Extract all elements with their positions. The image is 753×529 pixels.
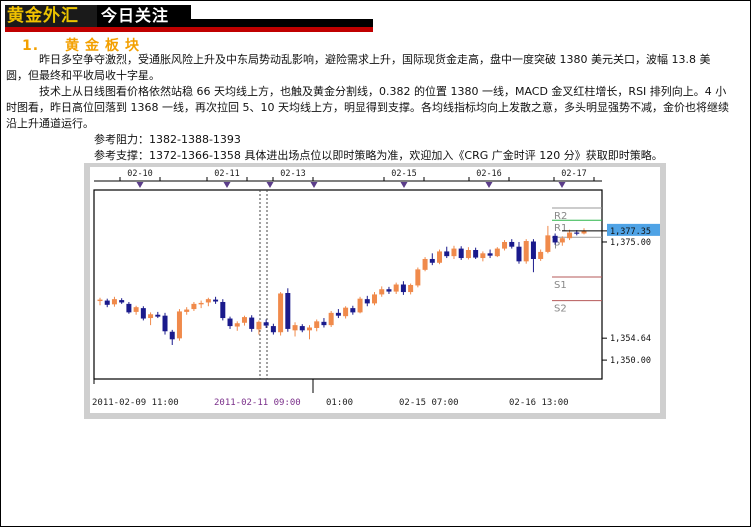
candle-body [487,253,493,256]
candle-body [451,248,457,257]
brand-part2: 外汇 [43,6,79,26]
candle-body [444,251,450,257]
candle-body [126,303,132,313]
candle-body [263,322,269,326]
candle-body [567,232,573,239]
candle-body [321,321,327,326]
candle-body [523,241,529,262]
candle-body [285,293,291,329]
candle-body [205,299,211,303]
candle-body [119,300,125,303]
candle-body [314,321,320,328]
candle-body [169,331,175,340]
pivot-label: S1 [554,280,567,291]
candle-body [545,235,551,252]
candle-body [538,251,544,259]
candle-body [393,284,399,292]
brand-part1: 黄金 [7,6,43,26]
candle-body [415,269,421,286]
top-date-label: 02-17 [561,169,587,179]
pivot-label: S2 [554,304,567,315]
candle-body [256,321,262,330]
candle-body [278,293,284,333]
y-axis-label: 1,377.35 [610,227,651,237]
candle-body [494,248,500,257]
candle-body [509,241,515,247]
x-axis-label: 2011-02-09 11:00 [92,398,179,408]
brand-label: 黄金外汇 [5,5,97,27]
section-header-title: 今日关注 [97,5,191,27]
header-banner: 黄金外汇 今日关注 [5,5,373,27]
top-date-label: 02-10 [127,169,153,179]
candle-body [97,299,103,302]
candle-body [162,315,168,332]
candle-body [249,317,255,329]
candle-body [429,258,435,263]
top-date-label: 02-11 [214,169,240,179]
candle-body [386,289,392,292]
candle-body [299,326,305,331]
candlestick-chart-svg: 02-10 02-11 02-13 02-15 02-16 02-17R2R1PS1S21… [90,167,660,413]
candle-body [148,314,154,319]
y-axis-label: 1,375.00 [610,238,651,248]
candle-body [350,308,356,313]
plot-area [93,189,603,380]
paragraph-market: 昨日多空争夺激烈，受通胀风险上升及中东局势动乱影响，避险需求上升，国际现货金走高… [6,53,711,82]
candle-body [241,317,247,323]
price-chart: 02-10 02-11 02-13 02-15 02-16 02-17 R2 R1 P S1 S2 1… [84,163,666,419]
x-axis-label: 02-15 07:00 [399,398,459,408]
candle-body [155,314,161,317]
candle-body [133,307,139,312]
x-axis-label: 2011-02-11 09:00 [214,398,301,408]
candle-body [140,308,146,319]
candle-body [176,311,182,339]
candle-body [502,241,508,249]
candle-body [270,326,276,333]
candle-body [480,253,486,259]
header-underline [5,27,373,32]
candle-body [357,298,363,313]
top-date-label: 02-15 [391,169,417,179]
candle-body [306,327,312,331]
pivot-label: R1 [554,223,567,234]
candle-body [184,309,190,312]
candle-body [292,325,298,331]
candle-body [574,232,580,234]
candle-body [220,301,226,319]
candle-body [473,250,479,258]
candle-body [372,294,378,304]
candle-body [422,258,428,270]
candle-body [111,299,117,305]
candle-body [191,303,197,310]
candle-body [559,238,565,243]
candle-body [516,246,522,262]
candle-body [458,248,464,259]
candle-body [213,299,219,302]
y-axis-label: 1,350.00 [610,356,651,366]
candle-body [465,250,471,259]
top-date-label: 02-13 [280,169,306,179]
candle-body [234,323,240,327]
support-levels: 参考支撑：1372-1366-1358 具体进出场点位以即时策略为准，欢迎加入《… [94,149,663,162]
candle-body [552,235,558,243]
top-date-label: 02-16 [476,169,502,179]
candle-body [104,300,110,305]
candle-body [335,312,341,316]
resistance-levels: 参考阻力：1382-1388-1393 [94,133,241,146]
candle-body [364,299,370,304]
candle-body [198,302,204,305]
candle-body [379,289,385,295]
header-bar [191,19,373,27]
paragraph-technical: 技术上从日线图看价格依然站稳 66 天均线上方，也触及黄金分割线，0.382 的… [6,85,729,130]
candle-body [408,284,414,293]
y-axis-label: 1,354.64 [610,334,651,344]
x-axis-label: 01:00 [326,398,353,408]
candle-body [437,251,443,263]
candle-body [530,241,536,259]
candle-body [400,284,406,293]
x-axis-label: 02-16 13:00 [509,398,569,408]
candle-body [343,307,349,317]
candle-body [328,312,334,326]
candle-body [227,318,233,327]
